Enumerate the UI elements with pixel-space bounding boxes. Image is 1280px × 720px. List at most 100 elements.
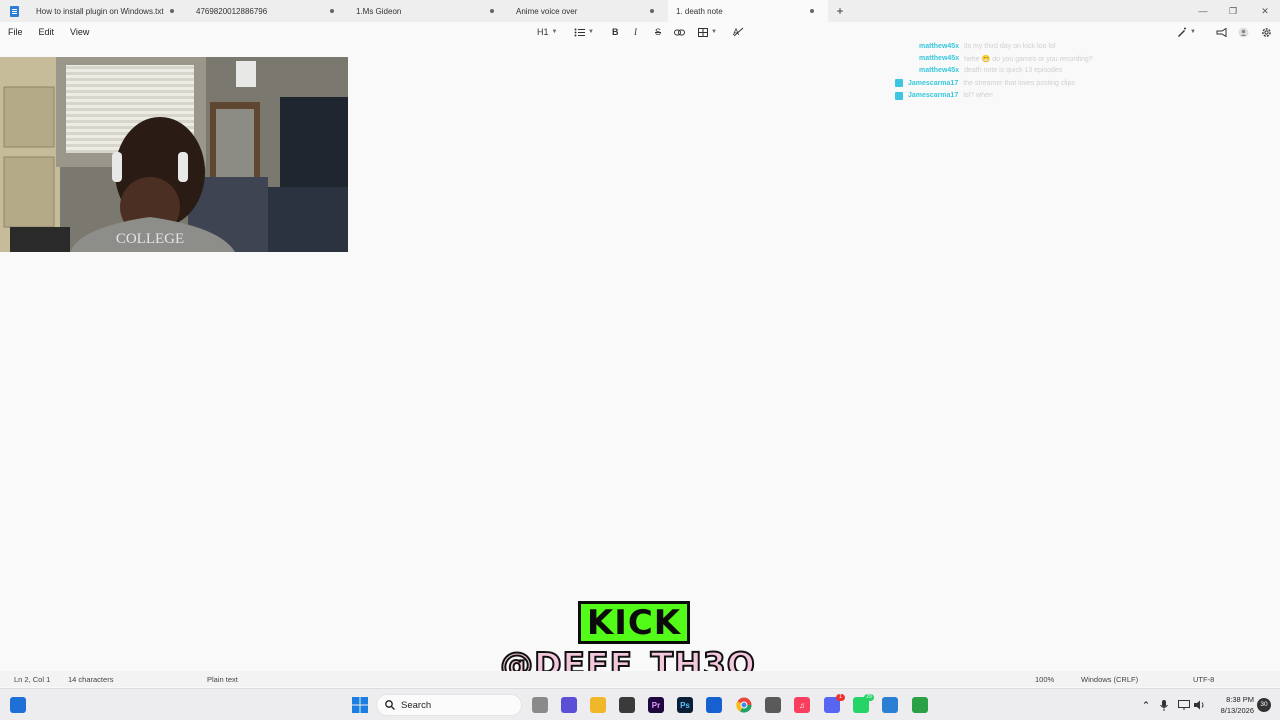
clear-formatting-icon: A (733, 27, 744, 37)
unsaved-dot-icon (650, 9, 654, 13)
tab-bar: How to install plugin on Windows.txt 476… (0, 0, 1280, 22)
volume-icon[interactable] (1192, 697, 1208, 713)
menu-view[interactable]: View (62, 27, 97, 37)
tab-label: How to install plugin on Windows.txt (36, 6, 164, 16)
share-button[interactable] (1216, 22, 1227, 42)
tab-ms-gideon[interactable]: 1.Ms Gideon (348, 0, 508, 22)
tab-number-note[interactable]: 476982001288679​6 (188, 0, 348, 22)
clock-date: 8/13/2026 (1220, 706, 1254, 715)
task-view-icon[interactable] (532, 697, 548, 713)
table-dropdown[interactable]: ▼ (698, 22, 717, 42)
notepad-app-icon (0, 0, 28, 22)
notification-count-badge[interactable]: 30 (1257, 698, 1271, 712)
file-explorer-icon[interactable] (590, 697, 606, 713)
chat-text: the streamer that loves posting clips (963, 79, 1075, 87)
table-icon (698, 27, 708, 37)
megaphone-icon (1216, 27, 1227, 37)
chevron-up-icon[interactable]: ⌃ (1138, 697, 1154, 713)
start-button[interactable] (352, 697, 368, 713)
photoshop-icon[interactable]: Ps (677, 697, 693, 713)
cursor-position: Ln 2, Col 1 (14, 675, 51, 684)
clear-formatting-button[interactable]: A (733, 22, 744, 42)
chat-username: matthew45x (919, 55, 960, 63)
chat-username: Jamescarma17 (908, 79, 959, 87)
bold-button[interactable]: B (612, 22, 619, 42)
speaker-icon (1194, 700, 1204, 710)
chat-text: its my third day on kick too lol (964, 42, 1056, 50)
strikethrough-button[interactable]: S (655, 22, 661, 42)
unsaved-dot-icon (330, 9, 334, 13)
status-bar: Ln 2, Col 1 14 characters Plain text 100… (0, 671, 1280, 687)
list-icon (574, 28, 585, 36)
music-icon[interactable]: ♫ (794, 697, 810, 713)
encoding[interactable]: UTF-8 (1193, 675, 1214, 684)
close-icon[interactable]: ✕ (1250, 0, 1280, 22)
windows-logo-icon (352, 697, 368, 713)
chrome-logo-icon (736, 697, 752, 713)
notepad-taskbar-icon[interactable] (882, 697, 898, 713)
settings-button[interactable] (1261, 22, 1272, 42)
network-icon[interactable] (1176, 697, 1192, 713)
link-button[interactable] (674, 22, 685, 42)
store-icon[interactable] (619, 697, 635, 713)
chat-username: matthew45x (919, 67, 960, 75)
microphone-icon[interactable] (1156, 697, 1172, 713)
menu-edit[interactable]: Edit (31, 27, 63, 37)
chevron-down-icon: ▼ (551, 29, 558, 35)
taskbar-search[interactable]: Search (376, 694, 522, 716)
new-tab-button[interactable]: + (828, 0, 852, 22)
tab-how-to-install[interactable]: How to install plugin on Windows.txt (28, 0, 188, 22)
tab-label: 1. death note (676, 6, 723, 16)
unsaved-dot-icon (490, 9, 494, 13)
line-endings[interactable]: Windows (CRLF) (1081, 675, 1138, 684)
tab-anime-voice-over[interactable]: Anime voice over (508, 0, 668, 22)
tab-label: 1.Ms Gideon (356, 6, 402, 16)
chat-text: lol? when (963, 92, 993, 100)
italic-button[interactable]: I (634, 22, 637, 42)
chevron-down-icon: ▼ (711, 29, 717, 35)
menu-file[interactable]: File (0, 27, 31, 37)
chat-overlay: matthew45x its my third day on kick too … (880, 40, 1180, 102)
gear-icon (1262, 27, 1271, 37)
text-format[interactable]: Plain text (207, 675, 238, 684)
mic-glyph-icon (1160, 699, 1168, 711)
tab-label: 476982001288679​6 (196, 6, 268, 16)
search-icon (385, 700, 395, 710)
maximize-icon[interactable]: ❐ (1218, 0, 1248, 22)
heading-label: H1 (537, 27, 549, 37)
account-button[interactable] (1238, 22, 1249, 42)
chat-message: Jamescarma17 lol? when (880, 90, 1180, 102)
meet-icon[interactable] (561, 697, 577, 713)
chat-message: Jamescarma17 the streamer that loves pos… (880, 77, 1180, 89)
copilot-dropdown[interactable]: ▼ (1177, 22, 1196, 42)
menu-bar: File Edit View (0, 22, 1280, 42)
discord-badge: 1 (836, 694, 845, 701)
system-clock[interactable]: 8:38 PM 8/13/2026 (1212, 694, 1254, 716)
webcam-feed: COLLEGE (0, 57, 348, 252)
chat-text: hehe 😁 do you games or you recording? (964, 55, 1093, 63)
edge-icon[interactable] (706, 697, 722, 713)
whatsapp-badge: 29 (864, 694, 874, 701)
zoom-level[interactable]: 100% (1035, 675, 1054, 684)
chrome-icon[interactable] (736, 697, 752, 713)
unsaved-dot-icon (810, 9, 814, 13)
heading-dropdown[interactable]: H1 ▼ (537, 22, 557, 42)
search-label: Search (401, 699, 432, 711)
widgets-icon[interactable] (10, 697, 26, 713)
minimize-icon[interactable]: — (1188, 0, 1218, 22)
chat-username: matthew45x (919, 42, 960, 50)
kick-logo: KICK (578, 601, 690, 644)
chat-message: matthew45x its my third day on kick too … (880, 40, 1180, 52)
premiere-pro-icon[interactable]: Pr (648, 697, 664, 713)
monitor-network-icon (1178, 700, 1190, 710)
list-dropdown[interactable]: ▼ (574, 22, 594, 42)
chat-username: Jamescarma17 (908, 92, 959, 100)
character-count: 14 characters (68, 675, 114, 684)
chat-message: matthew45x hehe 😁 do you games or you re… (880, 52, 1180, 64)
obs-icon[interactable] (765, 697, 781, 713)
taskbar: Search Pr Ps ♫ 1 29 ⌃ 8:38 PM 8/13/2026 … (0, 688, 1280, 720)
app-icon[interactable] (912, 697, 928, 713)
subscriber-badge-icon (895, 91, 903, 100)
chat-text: death note is quick 13 episodes (964, 67, 1063, 75)
tab-death-note[interactable]: 1. death note (668, 0, 828, 22)
